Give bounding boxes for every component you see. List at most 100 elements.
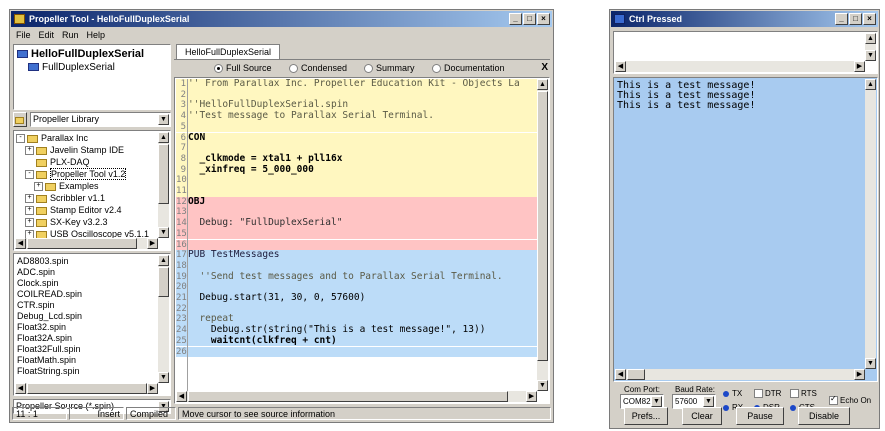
folder-tree-hscroll[interactable]: ◀ ▶ [15, 238, 158, 249]
prefs-button[interactable]: Prefs... [624, 407, 668, 425]
scroll-up-icon[interactable]: ▲ [537, 79, 548, 90]
scroll-up-icon[interactable]: ▲ [865, 79, 876, 90]
transmit-hscroll[interactable]: ◀ ▶ [615, 61, 865, 72]
file-list-item[interactable]: AD8803.spin [17, 256, 69, 267]
scroll-left-icon[interactable]: ◀ [15, 238, 26, 249]
file-list-item[interactable]: Float32.spin [17, 322, 66, 333]
file-list-item[interactable]: ADC.spin [17, 267, 55, 278]
folder-tree-item[interactable]: + Javelin Stamp IDE [25, 145, 124, 156]
pause-button[interactable]: Pause [736, 407, 784, 425]
folder-tree-item[interactable]: + Scribbler v1.1 [25, 193, 105, 204]
view-condensed[interactable]: Condensed [289, 60, 347, 76]
menu-run[interactable]: Run [62, 28, 79, 42]
maximize-button[interactable]: □ [849, 13, 862, 25]
echo-on-checkbox-row[interactable]: Echo On [829, 394, 871, 406]
scroll-right-icon[interactable]: ▶ [147, 238, 158, 249]
file-list-item[interactable]: FloatString.spin [17, 366, 80, 377]
folder-tree-item[interactable]: - Parallax Inc [16, 133, 88, 144]
chevron-down-icon[interactable]: ▼ [158, 114, 169, 125]
receive-pane[interactable]: This is a test message! This is a test m… [613, 77, 878, 382]
editor-vscroll[interactable]: ▲ ▼ [537, 79, 548, 391]
scroll-down-icon[interactable]: ▼ [537, 380, 548, 391]
close-button[interactable]: × [537, 13, 550, 25]
folder-tree-item[interactable]: PLX-DAQ [25, 157, 90, 168]
file-list-item[interactable]: Float32Full.spin [17, 344, 81, 355]
minimize-button[interactable]: _ [509, 13, 522, 25]
file-list-item[interactable]: Debug_Lcd.spin [17, 311, 82, 322]
scroll-right-icon[interactable]: ▶ [526, 391, 537, 402]
scroll-right-icon[interactable]: ▶ [854, 61, 865, 72]
disable-button[interactable]: Disable [798, 407, 850, 425]
view-full-source[interactable]: Full Source [214, 60, 272, 76]
chevron-down-icon[interactable]: ▼ [651, 396, 662, 407]
editor-hscroll[interactable]: ◀ ▶ [176, 391, 537, 402]
expand-icon[interactable]: + [25, 146, 34, 156]
close-tab-button[interactable]: X [541, 60, 548, 76]
editor-tab[interactable]: HelloFullDuplexSerial [176, 44, 281, 60]
maximize-button[interactable]: □ [523, 13, 536, 25]
expand-icon[interactable]: + [25, 218, 34, 228]
collapse-icon[interactable]: - [16, 134, 25, 144]
scroll-left-icon[interactable]: ◀ [15, 383, 26, 394]
scroll-down-icon[interactable]: ▼ [158, 372, 169, 383]
folder-tree-vscroll[interactable]: ▲ ▼ [158, 132, 169, 238]
file-list-vscroll[interactable]: ▲ ▼ [158, 255, 169, 383]
scroll-left-icon[interactable]: ◀ [615, 369, 626, 380]
scroll-down-icon[interactable]: ▼ [158, 227, 169, 238]
scroll-up-icon[interactable]: ▲ [158, 255, 169, 266]
file-list-item[interactable]: Clock.spin [17, 278, 59, 289]
menu-file[interactable]: File [16, 28, 31, 42]
rts-checkbox[interactable] [790, 389, 799, 399]
file-list-item[interactable]: FloatMath.spin [17, 355, 76, 366]
scroll-up-icon[interactable]: ▲ [158, 132, 169, 143]
scroll-up-icon[interactable]: ▲ [865, 33, 876, 44]
library-combo[interactable]: Propeller Library ▼ [30, 112, 171, 127]
scroll-right-icon[interactable]: ▶ [854, 369, 865, 380]
scroll-left-icon[interactable]: ◀ [176, 391, 187, 402]
code-line: 17 PUB TestMessages [176, 249, 537, 261]
folder-tree-item[interactable]: + Examples [34, 181, 99, 192]
folder-tree-item[interactable]: + Stamp Editor v2.4 [25, 205, 122, 216]
scroll-right-icon[interactable]: ▶ [147, 383, 158, 394]
library-folder-button[interactable] [13, 112, 27, 127]
scroll-thumb[interactable] [158, 144, 169, 204]
file-list-item[interactable]: CTR.spin [17, 300, 55, 311]
view-summary[interactable]: Summary [364, 60, 415, 76]
hscroll-thumb[interactable] [27, 383, 147, 394]
expand-icon[interactable]: + [25, 194, 34, 204]
folder-tree-item[interactable]: + SX-Key v3.2.3 [25, 217, 108, 228]
scroll-thumb[interactable] [537, 91, 548, 361]
collapse-icon[interactable]: - [25, 170, 34, 180]
expand-icon[interactable]: + [25, 206, 34, 216]
file-list-hscroll[interactable]: ◀ ▶ [15, 383, 158, 394]
file-list-item[interactable]: COILREAD.spin [17, 289, 82, 300]
indicator-dtr[interactable]: DTR [754, 389, 781, 399]
minimize-button[interactable]: _ [835, 13, 848, 25]
chevron-down-icon[interactable]: ▼ [703, 396, 714, 407]
scroll-down-icon[interactable]: ▼ [865, 358, 876, 369]
object-child[interactable]: FullDuplexSerial [28, 62, 115, 73]
echo-checkbox[interactable] [829, 394, 838, 406]
receive-hscroll[interactable]: ◀ ▶ [615, 369, 865, 380]
transmit-pane[interactable]: ▲ ▼ ◀ ▶ [613, 31, 878, 74]
dtr-checkbox[interactable] [754, 389, 763, 399]
scroll-thumb[interactable] [158, 267, 169, 297]
close-button[interactable]: × [863, 13, 876, 25]
folder-tree-item[interactable]: - Propeller Tool v1.2 [25, 168, 127, 180]
hscroll-thumb[interactable] [188, 391, 508, 402]
menu-help[interactable]: Help [87, 28, 106, 42]
transmit-vscroll[interactable]: ▲ ▼ [865, 33, 876, 61]
file-list-item[interactable]: Float32A.spin [17, 333, 72, 344]
scroll-down-icon[interactable]: ▼ [865, 50, 876, 61]
scroll-left-icon[interactable]: ◀ [615, 61, 626, 72]
indicator-rts[interactable]: RTS [790, 389, 817, 399]
receive-vscroll[interactable]: ▲ ▼ [865, 79, 876, 369]
object-root[interactable]: HelloFullDuplexSerial [17, 48, 144, 61]
expand-icon[interactable]: + [34, 182, 43, 192]
code-editor[interactable]: 1 '' From Parallax Inc. Propeller Educati… [174, 77, 550, 404]
hscroll-thumb[interactable] [627, 369, 645, 380]
clear-button[interactable]: Clear [682, 407, 722, 425]
view-documentation[interactable]: Documentation [432, 60, 505, 76]
menu-edit[interactable]: Edit [39, 28, 55, 42]
hscroll-thumb[interactable] [27, 238, 137, 249]
